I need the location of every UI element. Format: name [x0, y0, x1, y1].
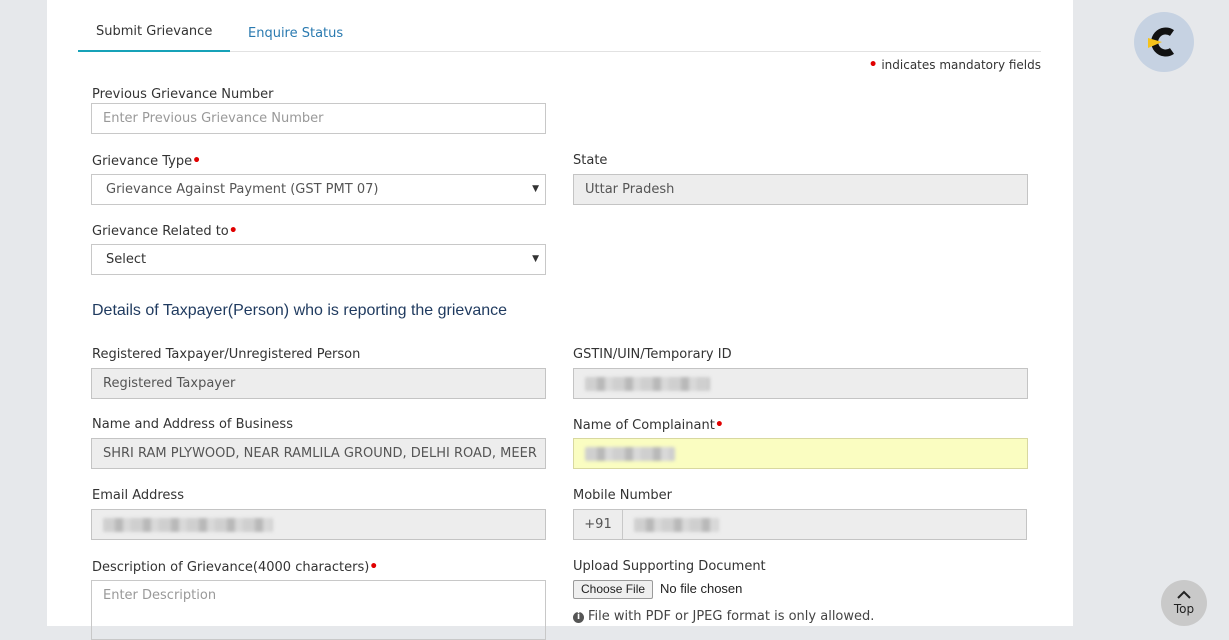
back-to-top-label: Top: [1173, 602, 1195, 616]
required-dot-icon: •: [868, 57, 878, 73]
complainant-input[interactable]: [573, 438, 1028, 469]
tab-enquire-status[interactable]: Enquire Status: [248, 26, 343, 41]
back-to-top-button[interactable]: Top: [1161, 580, 1207, 626]
mandatory-note-text: indicates mandatory fields: [881, 58, 1041, 72]
grievance-type-label: Grievance Type•: [92, 153, 202, 169]
choose-file-button[interactable]: Choose File: [573, 580, 654, 599]
required-marker: •: [192, 153, 202, 169]
gstin-field: [573, 368, 1028, 399]
redacted-value: [634, 517, 719, 532]
mandatory-note: • indicates mandatory fields: [869, 57, 1041, 73]
section-title: Details of Taxpayer(Person) who is repor…: [92, 302, 508, 319]
grievance-related-label: Grievance Related to•: [92, 223, 238, 239]
redacted-value: [585, 376, 710, 391]
redacted-value: [585, 446, 675, 461]
required-marker: •: [369, 559, 379, 575]
chevron-up-icon: [1177, 590, 1191, 599]
gstin-label: GSTIN/UIN/Temporary ID: [573, 347, 732, 362]
file-status: No file chosen: [660, 581, 743, 596]
prev-grievance-input[interactable]: Enter Previous Grievance Number: [91, 103, 546, 134]
upload-label: Upload Supporting Document: [573, 559, 766, 574]
grievance-type-select[interactable]: Grievance Against Payment (GST PMT 07) ▼: [91, 174, 546, 205]
state-field: Uttar Pradesh: [573, 174, 1028, 205]
grievance-related-select[interactable]: Select ▼: [91, 244, 546, 275]
file-format-note: i File with PDF or JPEG format is only al…: [573, 609, 874, 624]
form-panel: Submit Grievance Enquire Status • indica…: [47, 0, 1073, 640]
brand-logo-icon: [1148, 27, 1175, 57]
caret-down-icon: ▼: [532, 184, 539, 194]
redacted-value: [103, 517, 273, 532]
taxpayer-type-field: Registered Taxpayer: [91, 368, 546, 399]
description-label: Description of Grievance(4000 characters…: [92, 559, 379, 575]
state-label: State: [573, 153, 608, 168]
email-field: [91, 509, 546, 540]
complainant-label: Name of Complainant•: [573, 417, 724, 433]
required-marker: •: [714, 417, 724, 433]
brand-logo-icon[interactable]: [1134, 12, 1194, 72]
taxpayer-type-label: Registered Taxpayer/Unregistered Person: [92, 347, 361, 362]
mobile-prefix: +91: [574, 510, 623, 539]
tab-bar: Submit Grievance Enquire Status: [78, 20, 1041, 52]
tab-submit-grievance[interactable]: Submit Grievance: [78, 24, 231, 52]
mobile-label: Mobile Number: [573, 488, 672, 503]
business-label: Name and Address of Business: [92, 417, 293, 432]
required-marker: •: [228, 223, 238, 239]
info-icon: i: [573, 612, 584, 623]
business-field: SHRI RAM PLYWOOD, NEAR RAMLILA GROUND, D…: [91, 438, 546, 469]
caret-down-icon: ▼: [532, 254, 539, 264]
description-textarea[interactable]: Enter Description: [91, 580, 546, 640]
prev-grievance-label: Previous Grievance Number: [92, 87, 274, 102]
mobile-field: +91: [573, 509, 1027, 540]
email-label: Email Address: [92, 488, 184, 503]
